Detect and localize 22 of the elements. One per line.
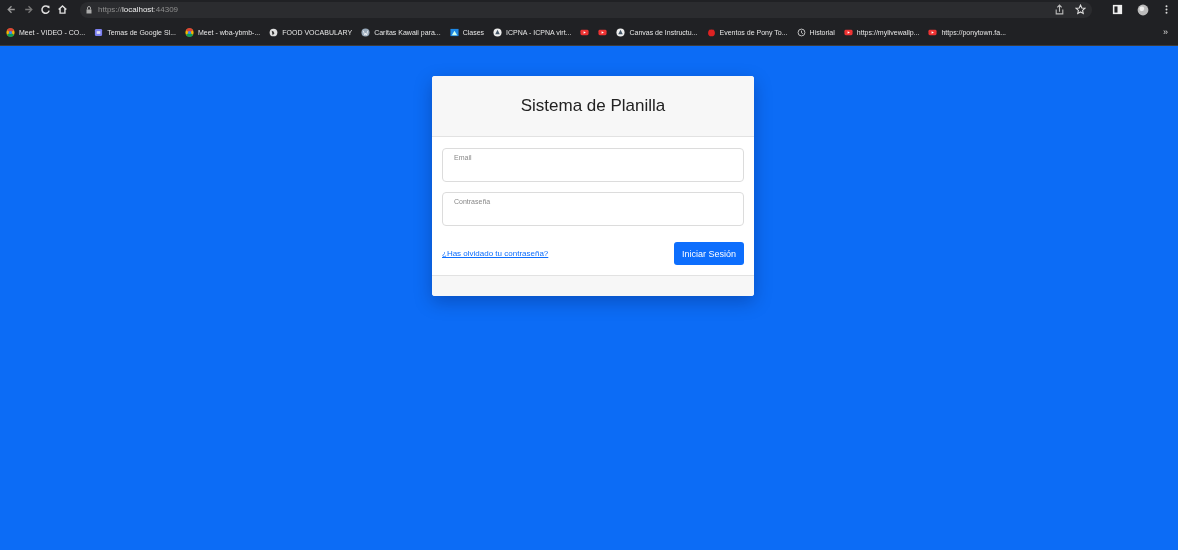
play-icon xyxy=(580,27,590,37)
forgot-password-link[interactable]: ¿Has olvidado tu contraseña? xyxy=(442,249,549,258)
bookmark[interactable] xyxy=(580,27,590,37)
forward-icon[interactable] xyxy=(23,4,34,15)
share-icon[interactable] xyxy=(1054,4,1065,15)
star-icon[interactable] xyxy=(1075,4,1086,15)
lock-icon xyxy=(86,5,92,14)
play-icon xyxy=(843,27,853,37)
history-icon xyxy=(796,27,806,37)
reload-icon[interactable] xyxy=(40,4,51,15)
play-icon xyxy=(928,27,938,37)
url-text: https://localhost:44309 xyxy=(98,5,179,14)
bookmark[interactable] xyxy=(598,27,608,37)
play-icon xyxy=(598,27,608,37)
side-panel-icon[interactable] xyxy=(1112,4,1123,15)
back-icon[interactable] xyxy=(6,4,17,15)
login-button[interactable]: Iniciar Sesión xyxy=(673,242,744,265)
avatar-icon[interactable] xyxy=(1137,3,1149,16)
bookmarks-overflow-button[interactable]: » xyxy=(1159,27,1172,37)
card-title: Sistema de Planilla xyxy=(520,96,666,116)
home-icon[interactable] xyxy=(57,4,68,15)
address-bar[interactable]: https://localhost:44309 xyxy=(80,1,1092,18)
